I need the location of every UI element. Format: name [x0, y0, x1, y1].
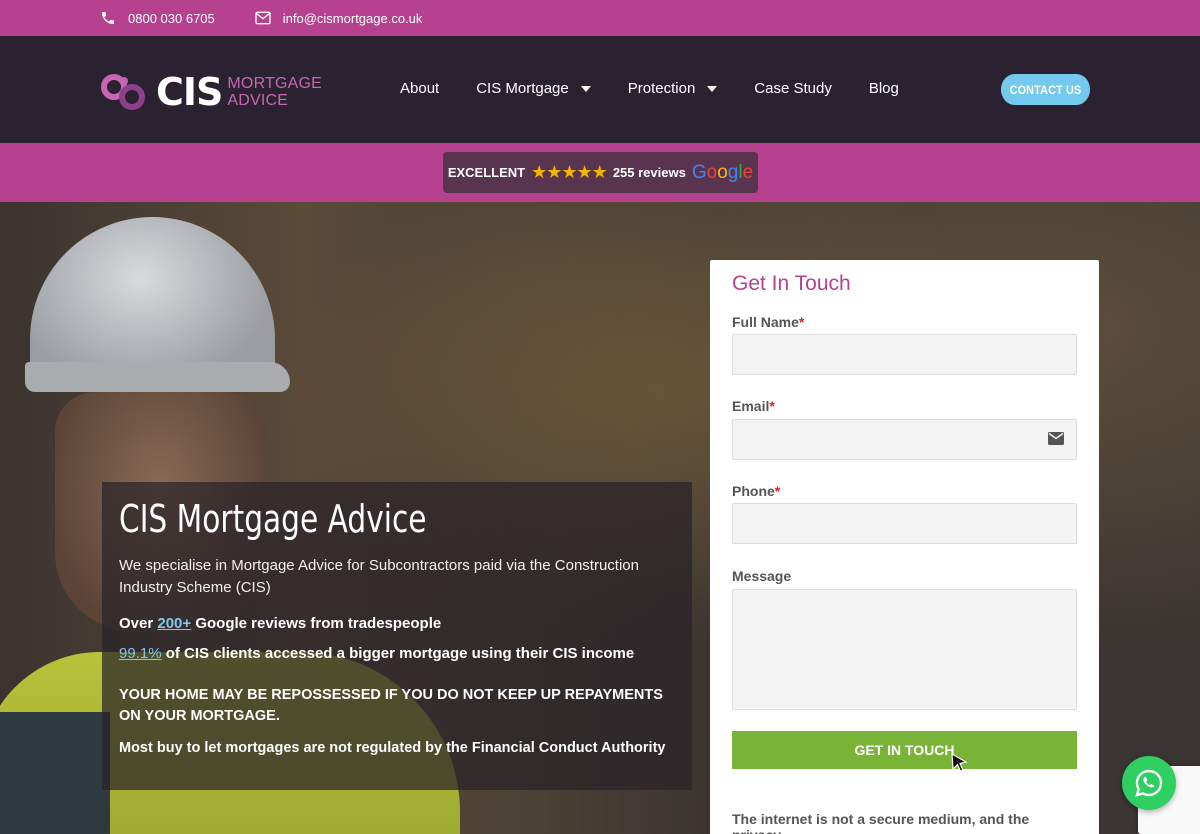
top-contact-bar: 0800 030 6705 info@cismortgage.co.uk [0, 0, 1200, 36]
get-in-touch-button[interactable]: GET IN TOUCH [732, 731, 1077, 769]
email-address: info@cismortgage.co.uk [282, 10, 423, 26]
nav-item-cis-mortgage[interactable]: CIS Mortgage [476, 80, 591, 97]
site-logo[interactable]: CIS MORTGAGE ADVICE [100, 70, 322, 114]
full-name-label: Full Name* [732, 314, 805, 330]
nav-item-case-study[interactable]: Case Study [754, 80, 832, 97]
logo-line-2: ADVICE [227, 92, 289, 109]
nav-label: Case Study [754, 80, 832, 97]
worker-photo-helmet-brim [25, 362, 290, 392]
nav-item-about[interactable]: About [400, 80, 439, 97]
message-textarea[interactable] [732, 589, 1077, 710]
rating-word: EXCELLENT [447, 165, 526, 180]
main-nav: About CIS Mortgage Protection Case Study… [400, 80, 936, 97]
nav-label: CIS Mortgage [476, 80, 569, 97]
full-name-field[interactable] [732, 334, 1077, 375]
reviews-stat-link[interactable]: 200+ [157, 615, 191, 632]
site-header: CIS MORTGAGE ADVICE About CIS Mortgage P… [0, 36, 1200, 143]
required-mark: * [798, 314, 805, 330]
form-title: Get In Touch [732, 272, 851, 295]
email-link[interactable]: info@cismortgage.co.uk [255, 10, 423, 26]
contact-us-button[interactable]: CONTACT US [1000, 74, 1091, 105]
privacy-notice: The internet is not a secure medium, and… [732, 811, 1030, 834]
star-rating-icon: ★★★★★ [531, 162, 608, 182]
phone-number: 0800 030 6705 [128, 10, 215, 26]
repossession-warning: YOUR HOME MAY BE REPOSSESSED IF YOU DO N… [119, 687, 663, 724]
whatsapp-icon [1135, 769, 1163, 797]
regulation-notice: Most buy to let mortgages are not regula… [119, 740, 666, 756]
logo-subtitle: MORTGAGE ADVICE [227, 75, 322, 109]
mail-icon [1048, 432, 1064, 445]
required-mark: * [774, 483, 781, 499]
envelope-icon [255, 11, 271, 25]
contact-form-card: Get In Touch Full Name* Email* Phone* Me… [710, 260, 1099, 834]
nav-label: Blog [868, 80, 899, 97]
nav-label: Protection [627, 80, 696, 97]
hero-description: We specialise in Mortgage Advice for Sub… [119, 557, 639, 596]
clients-stat-link[interactable]: 99.1% [119, 645, 162, 662]
nav-item-blog[interactable]: Blog [869, 80, 899, 97]
hero-title: CIS Mortgage Advice [119, 497, 427, 541]
hero-text-panel: CIS Mortgage Advice We specialise in Mor… [102, 482, 692, 790]
whatsapp-chat-button[interactable] [1122, 756, 1176, 810]
reviews-stat-prefix: Over [119, 615, 158, 632]
reviews-band: EXCELLENT ★★★★★ 255 reviews Google [0, 143, 1200, 202]
google-logo: Google [691, 161, 754, 183]
caret-down-icon [707, 85, 718, 92]
caret-down-icon [580, 85, 591, 92]
clients-stat-suffix: of CIS clients accessed a bigger mortgag… [161, 645, 635, 662]
logo-line-1: MORTGAGE [227, 75, 323, 92]
phone-label: Phone* [732, 483, 781, 499]
phone-link[interactable]: 0800 030 6705 [100, 10, 215, 26]
phone-icon [102, 12, 114, 24]
worker-photo-jacket [0, 712, 110, 834]
logo-cis-text: CIS [156, 70, 223, 114]
nav-item-protection[interactable]: Protection [628, 80, 718, 97]
clients-stat-line: 99.1% of CIS clients accessed a bigger m… [119, 645, 634, 662]
mouse-cursor-icon [951, 752, 968, 773]
reviews-stat-line: Over 200+ Google reviews from tradespeop… [119, 615, 441, 632]
nav-label: About [400, 80, 440, 97]
required-mark: * [769, 398, 775, 414]
message-label: Message [732, 568, 792, 584]
review-count: 255 reviews [612, 165, 686, 180]
phone-field[interactable] [732, 503, 1077, 544]
email-field[interactable] [732, 419, 1077, 460]
reviews-stat-suffix: Google reviews from tradespeople [191, 615, 442, 632]
email-label: Email* [732, 398, 775, 414]
google-reviews-badge[interactable]: EXCELLENT ★★★★★ 255 reviews Google [443, 152, 758, 193]
cis-logo-mark-icon [101, 74, 145, 110]
